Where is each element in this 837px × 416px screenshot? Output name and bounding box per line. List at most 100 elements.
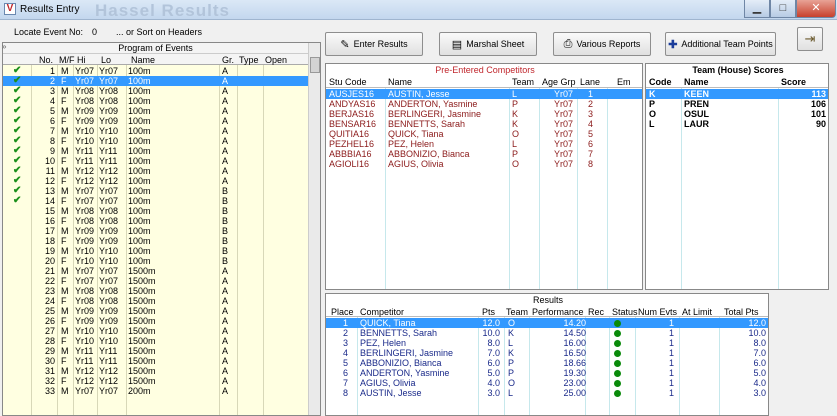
program-row[interactable]: ✔ 11 M Yr12 Yr12 100m A — [3, 166, 308, 177]
team-row[interactable]: P PREN 106 — [646, 99, 828, 109]
header-no[interactable]: No. — [39, 55, 53, 65]
program-row[interactable]: 20 F Yr10 Yr10 100m B — [3, 256, 308, 266]
program-row[interactable]: 26 F Yr09 Yr09 1500m A — [3, 316, 308, 326]
program-row[interactable]: 22 F Yr07 Yr07 1500m A — [3, 276, 308, 286]
program-row[interactable]: 27 M Yr10 Yr10 1500m A — [3, 326, 308, 336]
result-row[interactable]: 6 ANDERTON, Yasmine 5.0 P 19.30 1 5.0 — [326, 368, 768, 378]
program-row[interactable]: 28 F Yr10 Yr10 1500m A — [3, 336, 308, 346]
locate-event-input[interactable]: 0 — [92, 27, 97, 37]
program-row[interactable]: ✔ 5 M Yr09 Yr09 100m A — [3, 106, 308, 117]
program-row[interactable]: ✔ 13 M Yr07 Yr07 100m B — [3, 186, 308, 197]
header-rec[interactable]: Rec — [588, 307, 604, 317]
minimize-button[interactable]: ▁ — [744, 0, 770, 18]
program-row[interactable]: ✔ 7 M Yr10 Yr10 100m A — [3, 126, 308, 137]
team-row[interactable]: O OSUL 101 — [646, 109, 828, 119]
header-team[interactable]: Team — [506, 307, 528, 317]
competitor-row[interactable]: AUSJES16 AUSTIN, Jesse L Yr07 1 — [326, 89, 642, 99]
team-code: K — [649, 89, 656, 99]
program-row[interactable]: 31 M Yr12 Yr12 1500m A — [3, 366, 308, 376]
enter-results-button[interactable]: ✎ Enter Results — [325, 32, 423, 56]
program-row[interactable]: ✔ 8 F Yr10 Yr10 100m A — [3, 136, 308, 147]
result-num-events: 1 — [668, 328, 674, 338]
header-open[interactable]: Open — [265, 55, 287, 65]
program-row[interactable]: 18 F Yr09 Yr09 100m B — [3, 236, 308, 246]
marshal-sheet-button[interactable]: ▤ Marshal Sheet — [439, 32, 537, 56]
program-row[interactable]: 16 F Yr08 Yr08 100m B — [3, 216, 308, 226]
result-row[interactable]: 1 QUICK, Tiana 12.0 O 14.20 1 12.0 — [326, 318, 768, 328]
program-row[interactable]: ✔ 14 F Yr07 Yr07 100m B — [3, 196, 308, 207]
event-gender: F — [61, 376, 67, 386]
various-reports-button[interactable]: ⎙ Various Reports — [553, 32, 651, 56]
header-team[interactable]: Team — [512, 77, 534, 87]
program-row[interactable]: 25 M Yr09 Yr09 1500m A — [3, 306, 308, 316]
header-name[interactable]: Name — [131, 55, 155, 65]
header-num-evts[interactable]: Num Evts — [638, 307, 677, 317]
program-row[interactable]: 21 M Yr07 Yr07 1500m A — [3, 266, 308, 276]
header-lo[interactable]: Lo — [101, 55, 111, 65]
header-mf[interactable]: M/F — [59, 55, 75, 65]
header-stu-code[interactable]: Stu Code — [329, 77, 367, 87]
header-lane[interactable]: Lane — [580, 77, 600, 87]
header-at-limit[interactable]: At Limit — [682, 307, 712, 317]
program-row[interactable]: 29 M Yr11 Yr11 1500m A — [3, 346, 308, 356]
header-pts[interactable]: Pts — [482, 307, 495, 317]
program-row[interactable]: 23 M Yr08 Yr08 1500m A — [3, 286, 308, 296]
program-scrollbar[interactable] — [308, 43, 320, 415]
header-performance[interactable]: Performance — [532, 307, 584, 317]
program-row[interactable]: 24 F Yr08 Yr08 1500m A — [3, 296, 308, 306]
result-row[interactable]: 4 BERLINGERI, Jasmine 7.0 K 16.50 1 7.0 — [326, 348, 768, 358]
competitor-row[interactable]: ABBBIA16 ABBONIZIO, Bianca P Yr07 7 — [326, 149, 642, 159]
header-em[interactable]: Em — [617, 77, 631, 87]
program-row[interactable]: ✔ 12 F Yr12 Yr12 100m A — [3, 176, 308, 187]
header-score[interactable]: Score — [781, 77, 806, 87]
maximize-button[interactable]: □ — [770, 0, 796, 18]
competitor-row[interactable]: BENSAR16 BENNETTS, Sarah K Yr07 4 — [326, 119, 642, 129]
close-button[interactable]: ✕ — [796, 0, 836, 18]
result-row[interactable]: 8 AUSTIN, Jesse 3.0 L 25.00 1 3.0 — [326, 388, 768, 398]
competitor-row[interactable]: AGIOLI16 AGIUS, Olivia O Yr07 8 — [326, 159, 642, 169]
program-row[interactable]: ✔ 2 F Yr07 Yr07 100m A — [3, 76, 308, 86]
header-code[interactable]: Code — [649, 77, 672, 87]
header-hi[interactable]: Hi — [77, 55, 86, 65]
program-row[interactable]: ✔ 4 F Yr08 Yr08 100m A — [3, 96, 308, 107]
program-row[interactable]: 15 M Yr08 Yr08 100m B — [3, 206, 308, 216]
program-row[interactable]: ✔ 9 M Yr11 Yr11 100m A — [3, 146, 308, 157]
additional-team-points-button[interactable]: ✚ Additional Team Points — [665, 32, 776, 56]
competitor-row[interactable]: QUITIA16 QUICK, Tiana O Yr07 5 — [326, 129, 642, 139]
exit-door-icon[interactable]: ⇥ — [797, 27, 823, 51]
result-row[interactable]: 7 AGIUS, Olivia 4.0 O 23.00 1 4.0 — [326, 378, 768, 388]
header-status[interactable]: Status — [612, 307, 638, 317]
header-competitor[interactable]: Competitor — [360, 307, 404, 317]
expand-arrow-icon[interactable]: » — [2, 42, 6, 51]
event-grade: B — [222, 216, 229, 226]
program-row[interactable]: 32 F Yr12 Yr12 1500m A — [3, 376, 308, 386]
program-row[interactable]: 19 M Yr10 Yr10 100m B — [3, 246, 308, 256]
header-age-grp[interactable]: Age Grp — [542, 77, 576, 87]
header-type[interactable]: Type — [239, 55, 259, 65]
header-gr[interactable]: Gr. — [222, 55, 234, 65]
event-no: 6 — [49, 116, 55, 126]
program-row[interactable]: ✔ 10 F Yr11 Yr11 100m A — [3, 156, 308, 167]
competitor-row[interactable]: PEZHEL16 PEZ, Helen L Yr07 6 — [326, 139, 642, 149]
event-hi: Yr09 — [75, 116, 95, 126]
header-total-pts[interactable]: Total Pts — [724, 307, 759, 317]
result-team: O — [508, 318, 516, 328]
result-row[interactable]: 2 BENNETTS, Sarah 10.0 K 14.50 1 10.0 — [326, 328, 768, 338]
age-group: Yr07 — [554, 109, 574, 119]
program-row[interactable]: ✔ 1 M Yr07 Yr07 100m A — [3, 66, 308, 77]
header-place[interactable]: Place — [331, 307, 354, 317]
program-row[interactable]: ✔ 3 M Yr08 Yr08 100m A — [3, 86, 308, 97]
program-scroll-thumb[interactable] — [310, 57, 320, 73]
team-row[interactable]: L LAUR 90 — [646, 119, 828, 129]
competitor-row[interactable]: ANDYAS16 ANDERTON, Yasmine P Yr07 2 — [326, 99, 642, 109]
program-row[interactable]: ✔ 6 F Yr09 Yr09 100m A — [3, 116, 308, 127]
program-row[interactable]: 33 M Yr07 Yr07 200m A — [3, 386, 308, 396]
result-row[interactable]: 5 ABBONIZIO, Bianca 6.0 P 18.66 1 6.0 — [326, 358, 768, 368]
program-row[interactable]: 30 F Yr11 Yr11 1500m A — [3, 356, 308, 366]
header-name[interactable]: Name — [388, 77, 412, 87]
competitor-row[interactable]: BERJAS16 BERLINGERI, Jasmine K Yr07 3 — [326, 109, 642, 119]
result-row[interactable]: 3 PEZ, Helen 8.0 L 16.00 1 8.0 — [326, 338, 768, 348]
program-row[interactable]: 17 M Yr09 Yr09 100m B — [3, 226, 308, 236]
team-row[interactable]: K KEEN 113 — [646, 89, 828, 99]
header-name[interactable]: Name — [684, 77, 709, 87]
